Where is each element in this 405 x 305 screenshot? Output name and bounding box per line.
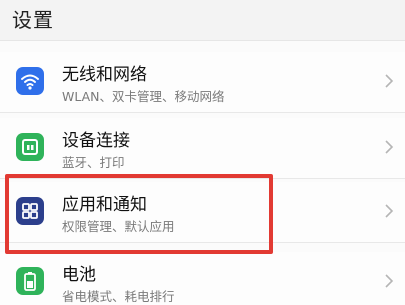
header-bar: 设置	[0, 0, 405, 41]
settings-screen: 设置 无线和网络 WLAN、双卡管理、移动网络 设备连接 蓝牙、打印 应用和通知…	[0, 0, 405, 305]
settings-item-title: 设备连接	[62, 131, 130, 151]
settings-item-title: 无线和网络	[62, 65, 147, 85]
settings-item-battery[interactable]: 电池 省电模式、耗电排行	[0, 252, 405, 305]
settings-item-apps-notifications[interactable]: 应用和通知 权限管理、默认应用	[0, 182, 405, 243]
chevron-right-icon	[383, 72, 395, 90]
wifi-icon	[16, 67, 44, 95]
chevron-right-icon	[383, 138, 395, 156]
settings-item-title: 电池	[62, 265, 96, 285]
apps-icon	[16, 197, 44, 225]
settings-item-subtitle: 权限管理、默认应用	[62, 219, 175, 234]
chevron-right-icon	[383, 272, 395, 290]
device-connection-icon	[16, 133, 44, 161]
page-title: 设置	[12, 8, 54, 32]
chevron-right-icon	[383, 202, 395, 220]
settings-item-subtitle: 省电模式、耗电排行	[62, 289, 175, 304]
settings-item-title: 应用和通知	[62, 195, 147, 215]
settings-item-subtitle: 蓝牙、打印	[62, 155, 125, 170]
settings-item-device-connection[interactable]: 设备连接 蓝牙、打印	[0, 118, 405, 179]
settings-item-wireless-network[interactable]: 无线和网络 WLAN、双卡管理、移动网络	[0, 52, 405, 113]
battery-icon	[16, 267, 44, 295]
settings-item-subtitle: WLAN、双卡管理、移动网络	[62, 89, 225, 104]
